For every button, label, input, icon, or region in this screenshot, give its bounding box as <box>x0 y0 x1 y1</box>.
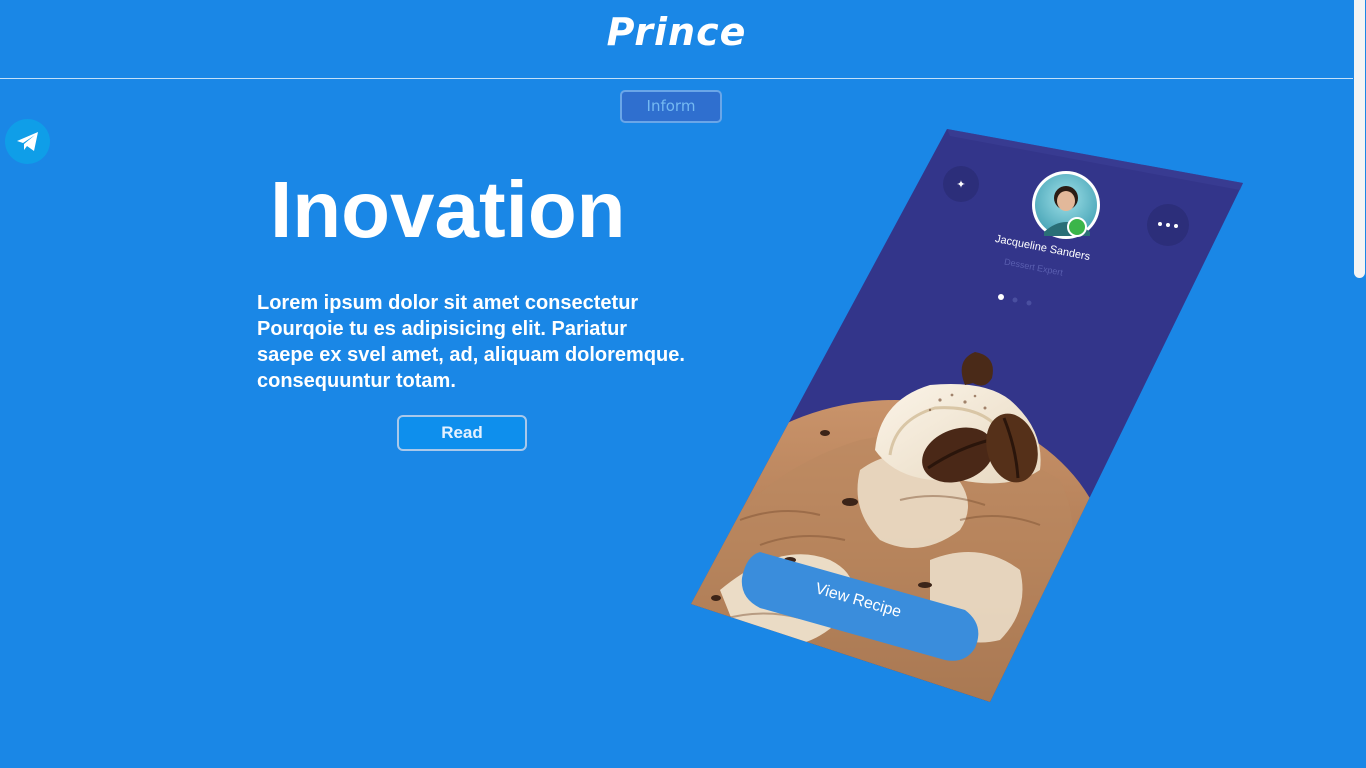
scrollbar[interactable] <box>1353 0 1366 768</box>
landing-page: Prince Inform Inovation Lorem ipsum dolo… <box>0 0 1366 768</box>
star-icon: ✦ <box>956 178 965 191</box>
phone-mockup: ✦ Jacqueline Sanders Dessert Expert View… <box>691 129 1243 702</box>
online-status-dot <box>1067 217 1087 237</box>
scrollbar-thumb[interactable] <box>1354 0 1365 278</box>
